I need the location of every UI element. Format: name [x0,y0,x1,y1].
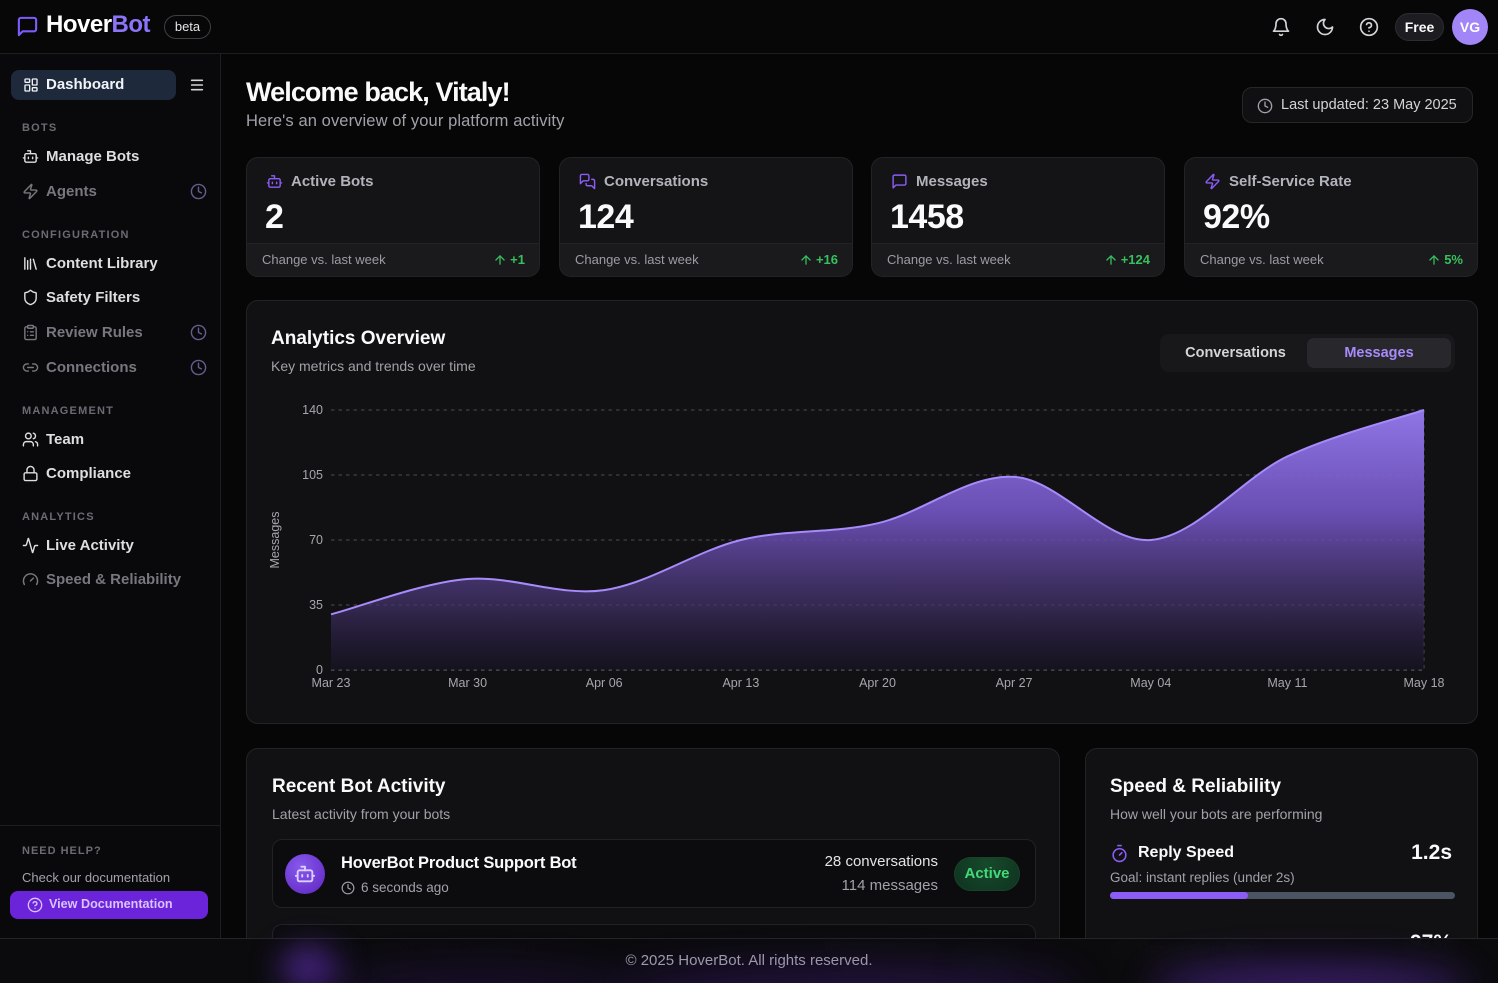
svg-text:Mar 30: Mar 30 [448,676,487,690]
svg-text:Apr 13: Apr 13 [722,676,759,690]
svg-text:0: 0 [316,663,323,677]
svg-text:70: 70 [309,533,323,547]
svg-text:105: 105 [302,468,323,482]
svg-text:May 11: May 11 [1267,676,1307,690]
svg-text:Apr 06: Apr 06 [586,676,623,690]
svg-text:May 18: May 18 [1404,676,1445,690]
svg-text:140: 140 [302,403,323,417]
svg-text:Apr 27: Apr 27 [996,676,1033,690]
svg-text:Messages: Messages [268,512,282,569]
svg-text:Mar 23: Mar 23 [312,676,351,690]
svg-text:May 04: May 04 [1130,676,1171,690]
svg-text:Apr 20: Apr 20 [859,676,896,690]
svg-text:35: 35 [309,598,323,612]
